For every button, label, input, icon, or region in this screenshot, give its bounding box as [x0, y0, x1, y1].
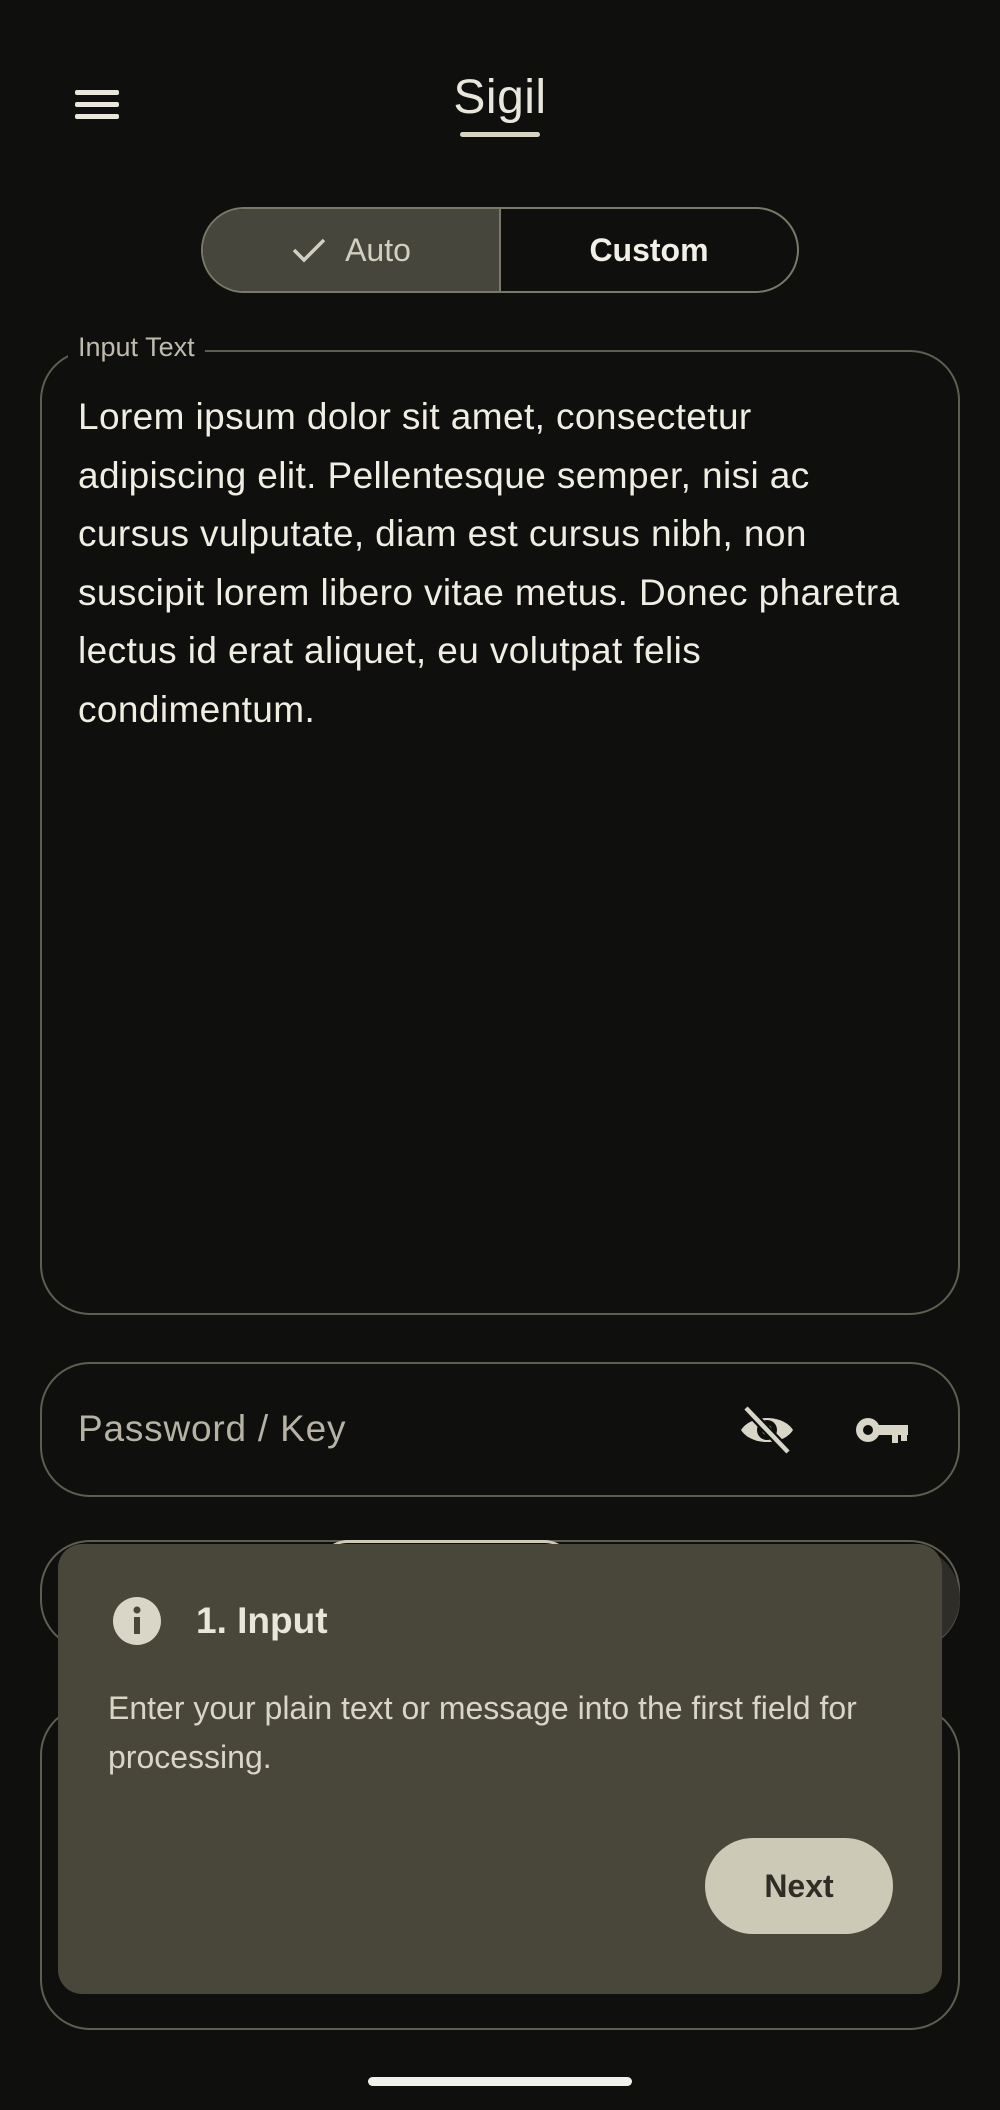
tooltip-title: 1. Input — [196, 1600, 328, 1641]
app-title: Sigil — [453, 71, 547, 124]
password-placeholder: Password / Key — [78, 1408, 347, 1449]
next-button[interactable]: Next — [705, 1838, 893, 1934]
visibility-off-icon[interactable] — [737, 1402, 797, 1458]
check-icon — [292, 238, 326, 263]
mode-custom-button[interactable]: Custom — [501, 209, 797, 291]
input-text-label: Input Text — [68, 332, 205, 363]
info-icon — [113, 1597, 161, 1645]
mode-auto-label: Auto — [345, 231, 411, 268]
app-screen: Sigil Auto Custom Input Text Lorem ipsum… — [0, 0, 1000, 2110]
home-indicator[interactable] — [368, 2077, 632, 2086]
input-text-value[interactable]: Lorem ipsum dolor sit amet, consectetur … — [78, 388, 918, 739]
mode-toggle: Auto Custom — [201, 207, 799, 293]
key-icon[interactable] — [854, 1408, 910, 1452]
mode-auto-button[interactable]: Auto — [203, 209, 501, 291]
tooltip-body: Enter your plain text or message into th… — [108, 1690, 857, 1775]
title-underline — [460, 132, 540, 137]
mode-custom-label: Custom — [589, 231, 709, 268]
